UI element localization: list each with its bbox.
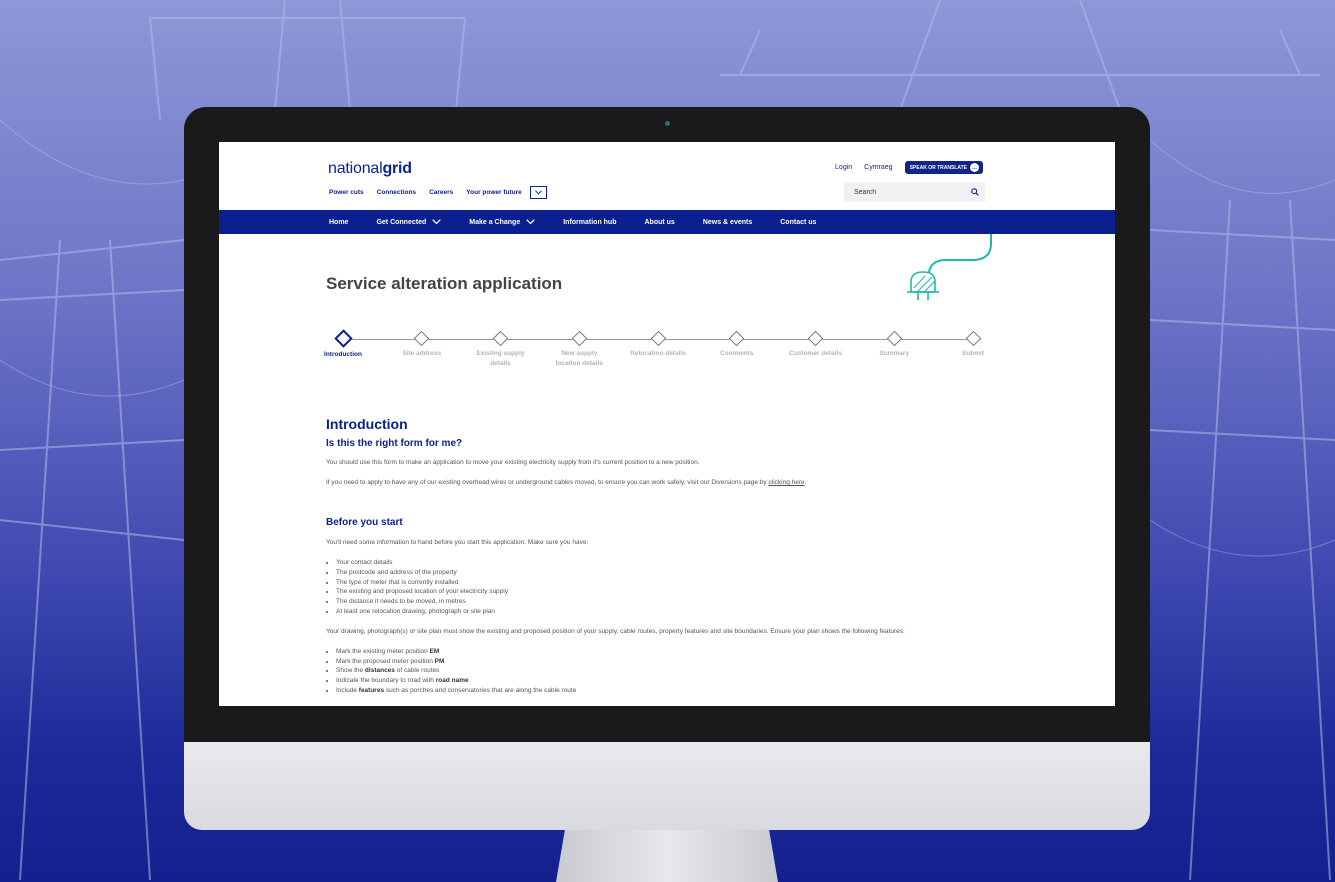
search-input[interactable] (854, 188, 954, 196)
step-label: Submit (961, 350, 985, 357)
chevron-down-icon (526, 219, 535, 225)
speak-translate-label: SPEAK OR TRANSLATE (909, 164, 967, 171)
list-item: Mark the existing meter position EM (336, 647, 1006, 657)
site-header: nationalgrid Power cuts Connections Care… (219, 142, 1115, 210)
step-label: New supply location details (555, 350, 603, 367)
search-icon[interactable] (971, 188, 979, 196)
list-item: Indicate the boundary to road with road … (336, 676, 1006, 686)
step-submit[interactable]: Submit (943, 330, 1003, 359)
step-new-supply-location-details[interactable]: New supply location details (549, 330, 609, 368)
nav-get-connected[interactable]: Get Connected (376, 219, 442, 226)
page-title: Service alteration application (326, 274, 563, 293)
step-diamond-icon (650, 330, 666, 347)
language-link[interactable]: Cymraeg (864, 164, 892, 171)
before-you-start-heading: Before you start (326, 517, 403, 528)
list-item: The existing and proposed location of yo… (336, 587, 1006, 597)
page-content: Service alteration application Introduct… (219, 234, 1115, 706)
step-diamond-icon (571, 330, 588, 347)
step-diamond-icon (333, 329, 353, 348)
subnav-power-cuts[interactable]: Power cuts (329, 189, 364, 196)
step-diamond-icon (728, 330, 745, 347)
before-paragraph: You'll need some information to hand bef… (326, 539, 589, 546)
nav-contact-us[interactable]: Contact us (780, 219, 816, 226)
nav-home[interactable]: Home (329, 219, 348, 226)
step-customer-details[interactable]: Customer details (786, 330, 846, 359)
nav-about-us[interactable]: About us (645, 219, 675, 226)
nav-make-a-change[interactable]: Make a Change (469, 219, 535, 226)
drawing-paragraph: Your drawing, photograph(s) or site plan… (326, 627, 905, 635)
list-item: At least one relocation drawing, photogr… (336, 607, 1006, 617)
subnav-your-power-future[interactable]: Your power future (466, 189, 522, 196)
step-diamond-icon (886, 330, 903, 347)
monitor-chin (184, 742, 1150, 830)
chevron-down-icon (534, 190, 542, 195)
list-item: Mark the proposed meter position PM (336, 657, 1006, 667)
progress-stepper: Introduction Site address Existing supply … (324, 329, 991, 400)
main-navigation: Home Get Connected Make a Change Informa… (219, 210, 1115, 234)
step-diamond-icon (965, 330, 981, 347)
browser-screen: nationalgrid Power cuts Connections Care… (219, 142, 1115, 706)
requirements-list: Your contact detailsThe postcode and add… (326, 558, 1006, 617)
step-diamond-icon (807, 330, 824, 347)
chat-bubble-icon: … (970, 163, 979, 172)
intro-paragraph: You should use this form to make an appl… (326, 459, 700, 466)
national-grid-logo[interactable]: nationalgrid (328, 160, 412, 178)
list-item: The postcode and address of the property (336, 568, 1006, 578)
features-list: Mark the existing meter position EMMark … (326, 647, 1006, 696)
subnav-careers[interactable]: Careers (429, 189, 453, 196)
utility-nav: Power cuts Connections Careers Your powe… (329, 186, 547, 199)
header-actions: Login Cymraeg SPEAK OR TRANSLATE … (835, 161, 983, 174)
list-item: The distance it needs to be moved, in me… (336, 597, 1006, 607)
step-label: Existing supply details (476, 350, 525, 367)
speak-translate-button[interactable]: SPEAK OR TRANSLATE … (904, 161, 983, 174)
search-box (844, 182, 985, 202)
list-item: The type of meter that is currently inst… (336, 578, 1006, 588)
step-label: Summary (879, 350, 910, 357)
form-introduction: Introduction Is this the right form for … (326, 416, 1006, 696)
step-summary[interactable]: Summary (864, 330, 924, 359)
step-comments[interactable]: Comments (707, 330, 767, 359)
list-item: Show the distances of cable routes (336, 666, 1006, 676)
diversions-link[interactable]: clicking here (769, 479, 805, 486)
step-label: Introduction (324, 351, 362, 358)
step-label: Customer details (789, 350, 842, 357)
step-label: Site address (402, 350, 442, 357)
monitor-stand (556, 830, 778, 882)
intro-heading: Introduction (326, 416, 408, 432)
step-introduction[interactable]: Introduction (313, 329, 373, 360)
step-label: Comments (719, 350, 754, 357)
step-label: Relocation details (630, 350, 686, 357)
nav-news-events[interactable]: News & events (703, 219, 752, 226)
step-site-address[interactable]: Site address (392, 330, 452, 359)
subnav-connections[interactable]: Connections (377, 189, 416, 196)
nav-information-hub[interactable]: Information hub (563, 219, 616, 226)
step-diamond-icon (492, 330, 509, 347)
subnav-expand-button[interactable] (529, 186, 547, 199)
list-item: Your contact details (336, 558, 1006, 568)
step-relocation-details[interactable]: Relocation details (628, 330, 688, 359)
diversions-paragraph: If you need to apply to have any of our … (326, 479, 807, 486)
step-existing-supply-details[interactable]: Existing supply details (471, 330, 531, 368)
plug-icon (907, 234, 992, 300)
chevron-down-icon (432, 219, 442, 225)
list-item: Include features such as porches and con… (336, 686, 1006, 696)
login-link[interactable]: Login (835, 164, 852, 171)
step-diamond-icon (413, 330, 430, 347)
webcam-dot (665, 121, 670, 126)
right-form-heading: Is this the right form for me? (326, 438, 463, 449)
